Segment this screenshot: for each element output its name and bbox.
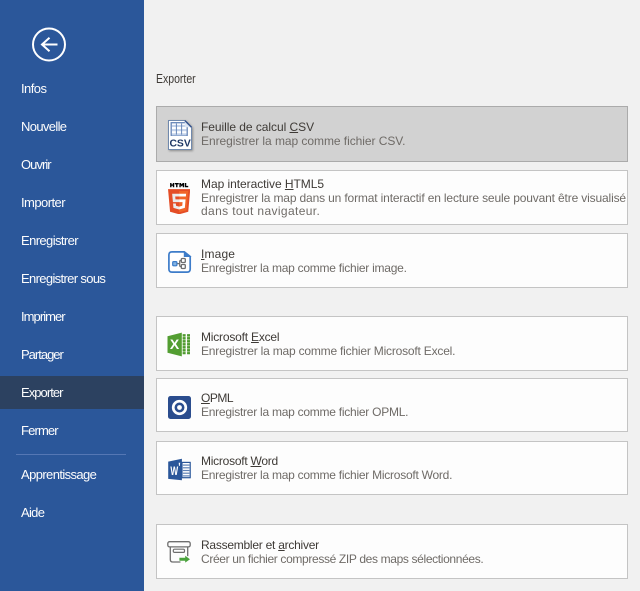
svg-text:W: W (170, 466, 178, 478)
svg-text:X: X (169, 336, 179, 352)
svg-text:CSV: CSV (169, 137, 190, 149)
